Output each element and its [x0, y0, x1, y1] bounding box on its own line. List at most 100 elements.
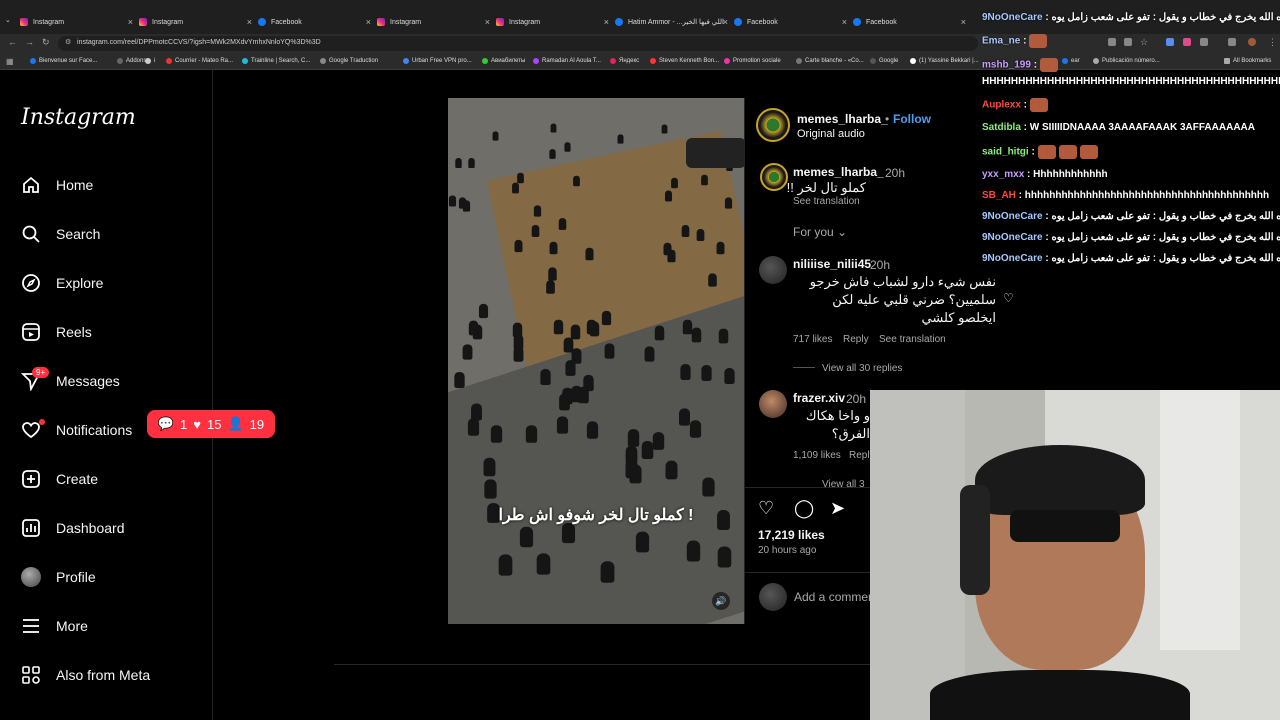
reply-button[interactable]: Reply	[843, 334, 869, 345]
close-tab-icon[interactable]: ×	[485, 17, 490, 27]
sidebar-item-notifications[interactable]: Notifications	[20, 419, 132, 441]
mute-icon[interactable]: 🔊	[712, 592, 730, 610]
comment-likes[interactable]: 1,109 likes	[793, 450, 841, 461]
bookmark-label: Promotion sociale	[733, 58, 781, 64]
sidebar-item-explore[interactable]: Explore	[20, 272, 103, 294]
bookmark-item[interactable]: i	[145, 58, 155, 64]
close-tab-icon[interactable]: ×	[723, 17, 728, 27]
close-tab-icon[interactable]: ×	[128, 17, 133, 27]
see-translation-button[interactable]: See translation	[879, 334, 946, 345]
sidebar-item-reels[interactable]: Reels	[20, 321, 92, 343]
bookmark-item[interactable]: Яндекс	[610, 58, 639, 64]
tab-title: Facebook	[747, 18, 778, 26]
heart-outline-icon[interactable]: ♡	[1003, 291, 1014, 305]
comment-username[interactable]: frazer.xiv	[793, 391, 845, 405]
post-username[interactable]: memes_lharba_	[797, 112, 888, 126]
close-tab-icon[interactable]: ×	[604, 17, 609, 27]
post-time: 20 hours ago	[758, 545, 817, 556]
bookmark-item[interactable]: Urban Free VPN pro...	[403, 58, 472, 64]
sidebar-item-label: Dashboard	[56, 520, 125, 536]
browser-tab[interactable]: Instagram ×	[139, 12, 252, 32]
caption-see-translation[interactable]: See translation	[793, 196, 860, 207]
sidebar-item-label: Messages	[56, 373, 120, 389]
chat-username: said_hitgi	[982, 146, 1029, 158]
site-info-icon[interactable]: ⚙	[65, 38, 71, 46]
sidebar-item-also-from-meta[interactable]: Also from Meta	[20, 664, 150, 686]
browser-tab[interactable]: Instagram ×	[20, 12, 133, 32]
view-replies-button[interactable]: View all 30 replies	[822, 363, 902, 374]
avatar[interactable]	[756, 108, 790, 142]
sidebar-item-label: Also from Meta	[56, 667, 151, 683]
bookmark-label: Steven Kenneth Bon...	[659, 58, 720, 64]
sidebar-item-label: Explore	[56, 275, 104, 291]
sidebar-item-dashboard[interactable]: Dashboard	[20, 517, 125, 539]
tab-search-chevron-icon[interactable]: ⌄	[5, 16, 11, 24]
chat-colon: :	[1024, 169, 1034, 180]
browser-tab[interactable]: Instagram ×	[496, 12, 609, 32]
crowd-figure	[468, 418, 480, 437]
like-heart-icon[interactable]: ♡	[758, 498, 774, 519]
close-tab-icon[interactable]: ×	[961, 17, 966, 27]
bookmark-item[interactable]: Bienvenue sur Face...	[30, 58, 97, 64]
add-comment-input[interactable]	[794, 588, 870, 606]
emote-icon	[1037, 145, 1056, 159]
instagram-logo[interactable]: Instagram	[21, 105, 136, 130]
forward-icon[interactable]: →	[25, 37, 34, 47]
bookmark-item[interactable]: Google	[870, 58, 898, 64]
comment-icon[interactable]: ◯	[794, 498, 814, 519]
apps-grid-icon[interactable]: ▦	[6, 57, 14, 66]
sidebar-item-search[interactable]: Search	[20, 223, 100, 245]
comment-likes[interactable]: 717 likes	[793, 334, 832, 345]
chat-message: 9NoOneCare : تصره الله يخرج في خطاب و يق…	[982, 232, 1280, 243]
browser-tab[interactable]: Facebook ×	[734, 12, 847, 32]
caption-username[interactable]: memes_lharba_	[793, 165, 884, 179]
browser-tab[interactable]: Facebook ×	[853, 12, 966, 32]
sidebar-item-profile[interactable]: Profile	[20, 566, 96, 588]
browser-tab[interactable]: Facebook ×	[258, 12, 371, 32]
bookmark-item[interactable]: Steven Kenneth Bon...	[650, 58, 719, 64]
close-tab-icon[interactable]: ×	[842, 17, 847, 27]
sidebar-item-create[interactable]: Create	[20, 468, 98, 490]
bookmark-favicon-icon	[30, 58, 36, 64]
comment-icon: 💬	[157, 416, 175, 431]
close-tab-icon[interactable]: ×	[366, 17, 371, 27]
view-replies-button[interactable]: View all 3	[822, 479, 865, 490]
follow-button[interactable]: Follow	[893, 112, 931, 126]
tab-title: Facebook	[866, 18, 897, 26]
bookmark-item[interactable]: Addons	[117, 58, 146, 64]
caption-text: كملو تال لخر !!	[786, 180, 866, 195]
browser-tab[interactable]: Hatim Ammor - ...اللي فيها الخير ×	[615, 12, 728, 32]
chat-message: SB_AH : hhhhhhhhhhhhhhhhhhhhhhhhhhhhhhhh…	[982, 190, 1269, 201]
chat-message: 9NoOneCare : تصره الله يخرج في خطاب و يق…	[982, 211, 1280, 222]
bookmark-item[interactable]: Trainline | Search, C...	[242, 58, 310, 64]
share-icon[interactable]: ➤	[830, 498, 845, 519]
bookmark-label: Авиабилеты	[491, 58, 526, 64]
bookmark-item[interactable]: Courrier - Mateo Ra...	[166, 58, 233, 64]
crowd-figure	[492, 131, 499, 141]
crowd-figure	[665, 460, 678, 480]
reel-video[interactable]	[448, 98, 744, 624]
notifications-tooltip: 💬 1 ♥ 15 👤 19	[147, 410, 275, 438]
for-you-dropdown[interactable]: For you ⌄	[793, 225, 847, 239]
likes-count[interactable]: 17,219 likes	[758, 528, 825, 542]
bookmark-item[interactable]: Promotion sociale	[724, 58, 781, 64]
bookmark-item[interactable]: (1) Yassine Bekkari |...	[910, 58, 979, 64]
close-tab-icon[interactable]: ×	[247, 17, 252, 27]
reload-icon[interactable]: ↻	[42, 37, 50, 48]
back-icon[interactable]: ←	[8, 37, 17, 47]
chat-username: 9NoOneCare	[982, 211, 1043, 222]
instagram-favicon-icon	[20, 18, 28, 26]
bookmark-item[interactable]: Авиабилеты	[482, 58, 525, 64]
sunglasses	[1010, 510, 1120, 542]
sidebar-item-more[interactable]: More	[20, 615, 88, 637]
bookmark-item[interactable]: Google Traduction	[320, 58, 378, 64]
bookmark-item[interactable]: Ramadan Al Aoula T...	[533, 58, 601, 64]
comment-username[interactable]: niliiise_nilii45	[793, 257, 871, 271]
sidebar-item-label: Home	[56, 177, 94, 193]
sidebar-item-home[interactable]: Home	[20, 174, 93, 196]
bookmark-item[interactable]: Carte blanche - «Co...	[796, 58, 864, 64]
screen: { "browser": { "tabs": [ {"title":"Insta…	[0, 0, 1280, 720]
original-audio-link[interactable]: Original audio	[797, 128, 865, 140]
webcam-feed	[870, 390, 1280, 720]
browser-tab[interactable]: Instagram ×	[377, 12, 490, 32]
